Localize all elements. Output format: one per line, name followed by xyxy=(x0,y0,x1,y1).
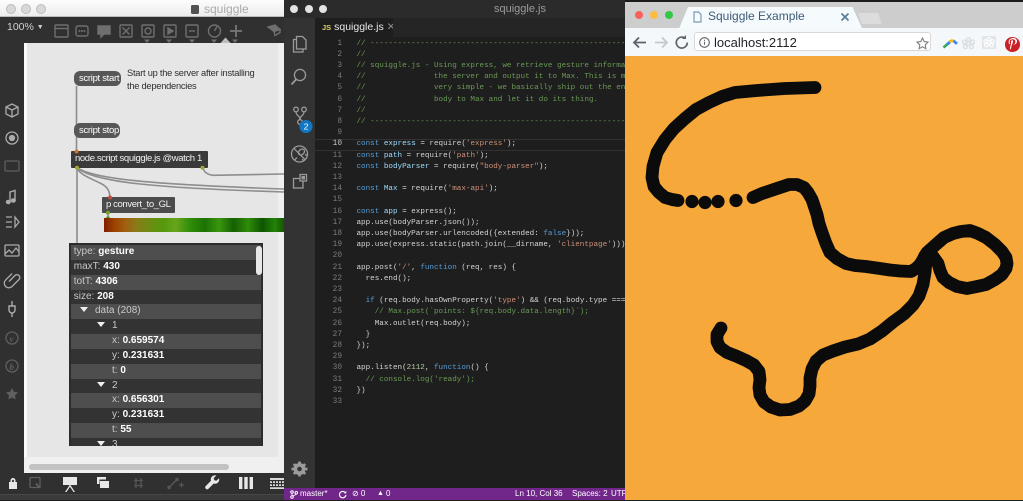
svg-text:b: b xyxy=(10,362,15,372)
svg-text:2: 2 xyxy=(304,122,309,132)
svg-text:v: v xyxy=(10,334,15,344)
